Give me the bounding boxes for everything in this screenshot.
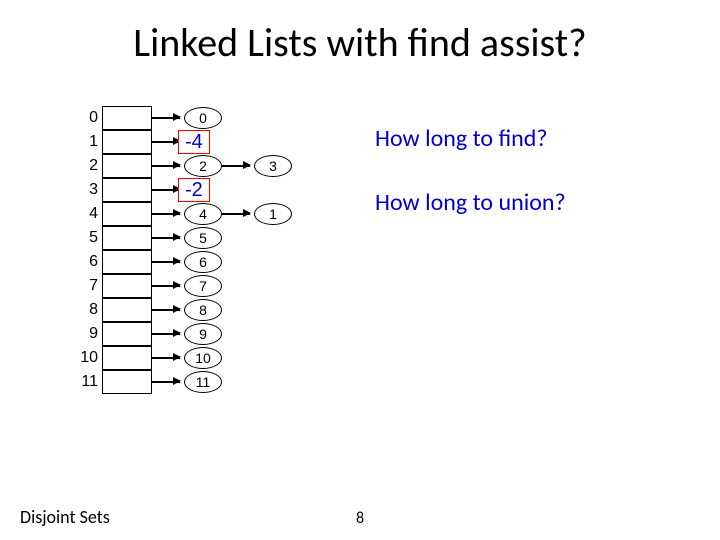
array-index: 3 [78,181,98,199]
array-cell [102,370,152,394]
list-node: 8 [184,299,222,321]
overlay-neg4: -4 [178,130,210,154]
array-cell [102,346,152,370]
list-node: 10 [184,347,222,369]
list-node: 6 [184,251,222,273]
array-index: 2 [78,157,98,175]
array-cell [102,154,152,178]
array-index: 5 [78,229,98,247]
pointer-arrow [152,333,180,335]
list-node: 3 [254,155,292,177]
array-index: 6 [78,253,98,271]
array-index: 1 [78,133,98,151]
footer-text: Disjoint Sets [20,506,110,528]
slide-title: Linked Lists with find assist? [0,18,720,67]
pointer-arrow [152,117,180,119]
list-node: 11 [184,371,222,393]
list-node: 5 [184,227,222,249]
pointer-arrow [152,309,180,311]
array-cell [102,130,152,154]
list-node: 7 [184,275,222,297]
array-index: 11 [72,373,98,391]
list-node: 9 [184,323,222,345]
array-index: 10 [72,349,98,367]
pointer-arrow [152,165,180,167]
linked-list-diagram: 0 0 1 2 2 3 3 4 4 1 5 5 6 6 7 7 8 8 9 9 … [78,106,348,426]
list-node: 4 [184,203,222,225]
pointer-arrow [152,261,180,263]
array-cell [102,274,152,298]
pointer-arrow [222,165,250,167]
array-index: 4 [78,205,98,223]
overlay-neg2: -2 [178,178,210,202]
list-node: 2 [184,155,222,177]
array-cell [102,202,152,226]
pointer-arrow [152,285,180,287]
list-node: 1 [254,203,292,225]
pointer-arrow [152,189,180,191]
array-cell [102,298,152,322]
list-node: 0 [184,107,222,129]
pointer-arrow [152,141,180,143]
array-index: 0 [78,109,98,127]
array-cell [102,226,152,250]
pointer-arrow [222,213,250,215]
pointer-arrow [152,357,180,359]
array-cell [102,250,152,274]
array-index: 7 [78,277,98,295]
pointer-arrow [152,237,180,239]
array-index: 8 [78,301,98,319]
question-find: How long to find? [375,124,548,153]
pointer-arrow [152,381,180,383]
array-index: 9 [78,325,98,343]
pointer-arrow [152,213,180,215]
array-cell [102,178,152,202]
array-cell [102,106,152,130]
array-cell [102,322,152,346]
page-number: 8 [356,509,364,528]
question-union: How long to union? [375,188,566,217]
